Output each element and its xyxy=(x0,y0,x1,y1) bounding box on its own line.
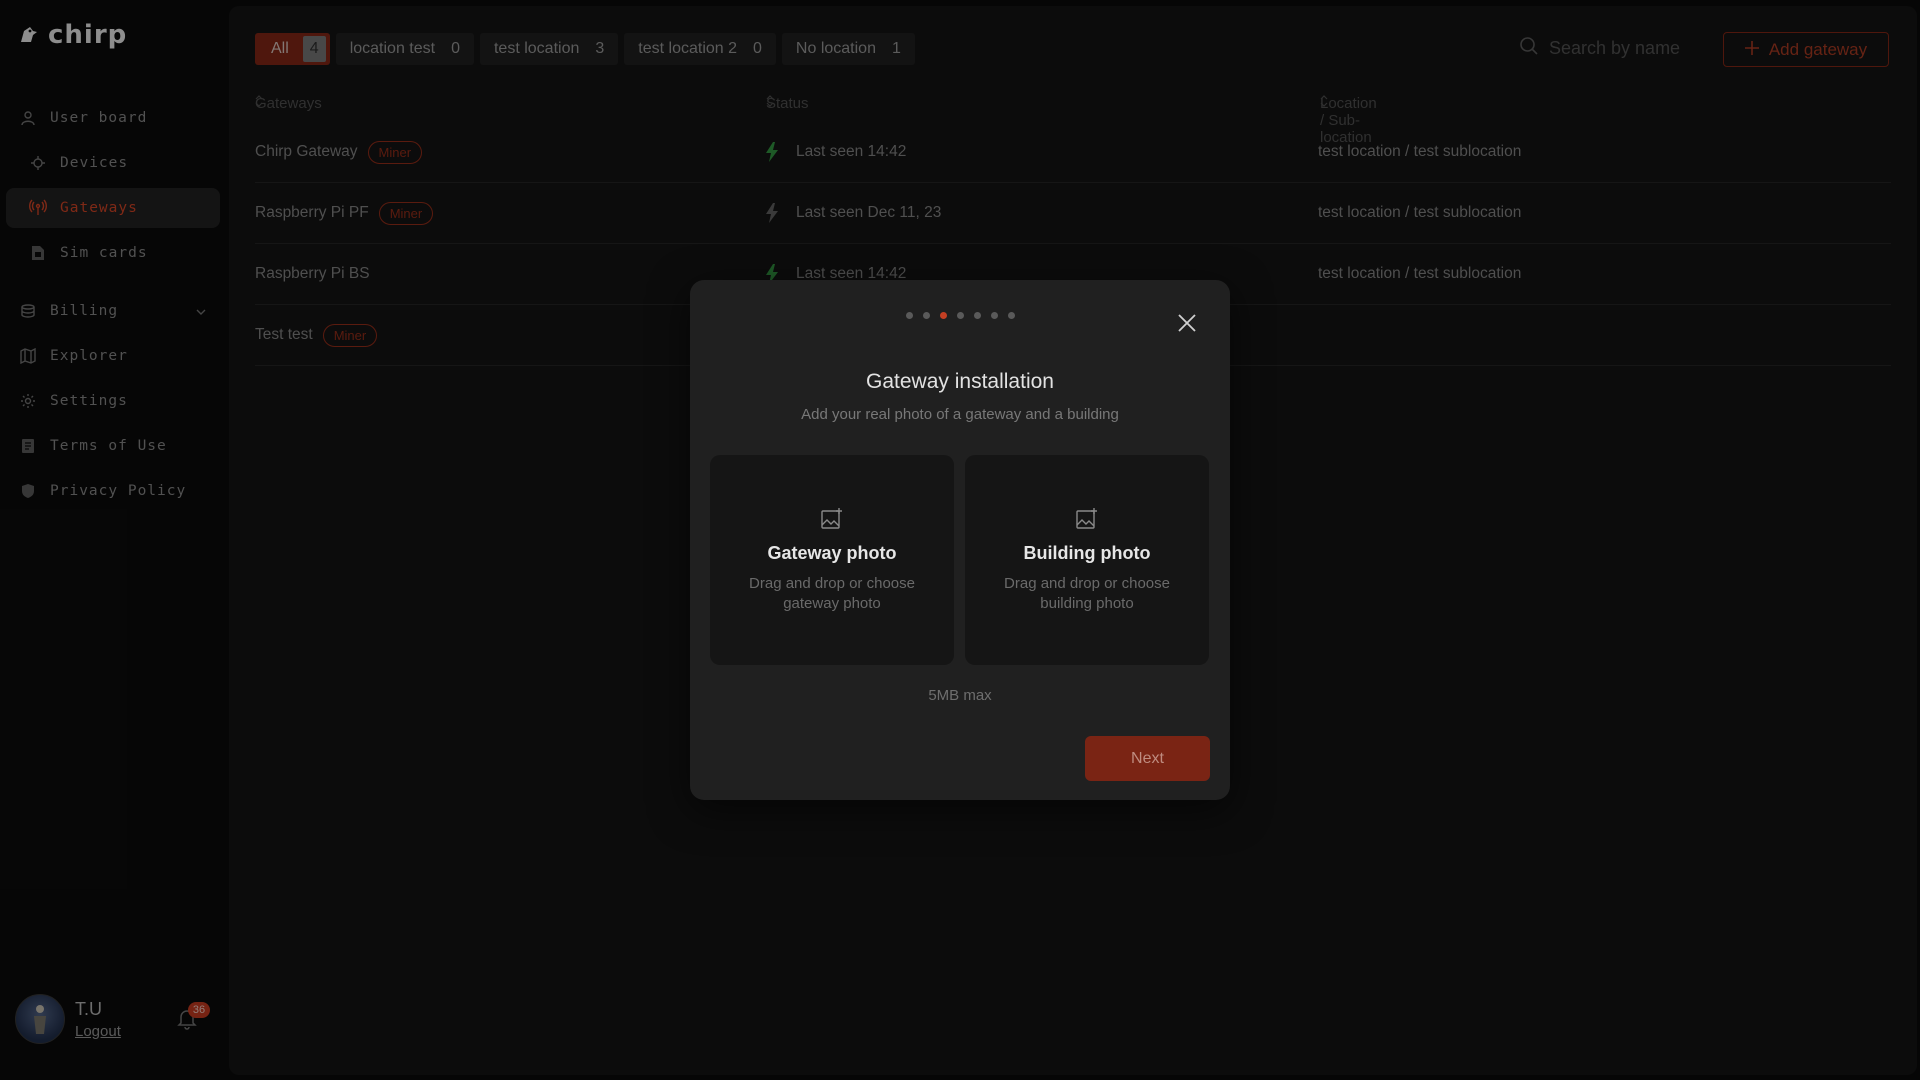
dropzone-title: Gateway photo xyxy=(767,543,897,563)
modal-subtitle: Add your real photo of a gateway and a b… xyxy=(801,406,1119,423)
step-dot xyxy=(922,312,930,319)
building-photo-dropzone[interactable]: Building photo Drag and drop or choose b… xyxy=(965,455,1209,665)
step-dot xyxy=(956,312,964,319)
step-indicator xyxy=(690,312,1230,319)
gateway-installation-modal: Gateway installation Add your real photo… xyxy=(690,280,1230,800)
max-size-note: 5MB max xyxy=(928,687,992,704)
next-button[interactable]: Next xyxy=(1085,736,1210,781)
gateway-photo-dropzone[interactable]: Gateway photo Drag and drop or choose ga… xyxy=(710,455,954,665)
step-dot xyxy=(973,312,981,319)
dropzone-description: Drag and drop or choose gateway photo xyxy=(749,575,915,612)
dropzone-title: Building photo xyxy=(1023,543,1151,563)
dropzone-description: Drag and drop or choose building photo xyxy=(1004,575,1170,612)
step-dot xyxy=(1007,312,1015,319)
step-dot xyxy=(990,312,998,319)
step-dot xyxy=(905,312,913,319)
add-image-icon xyxy=(820,507,844,531)
close-icon[interactable] xyxy=(1178,314,1196,337)
add-image-icon xyxy=(1075,507,1099,531)
step-dot-active xyxy=(939,312,947,319)
modal-title: Gateway installation xyxy=(866,370,1054,393)
